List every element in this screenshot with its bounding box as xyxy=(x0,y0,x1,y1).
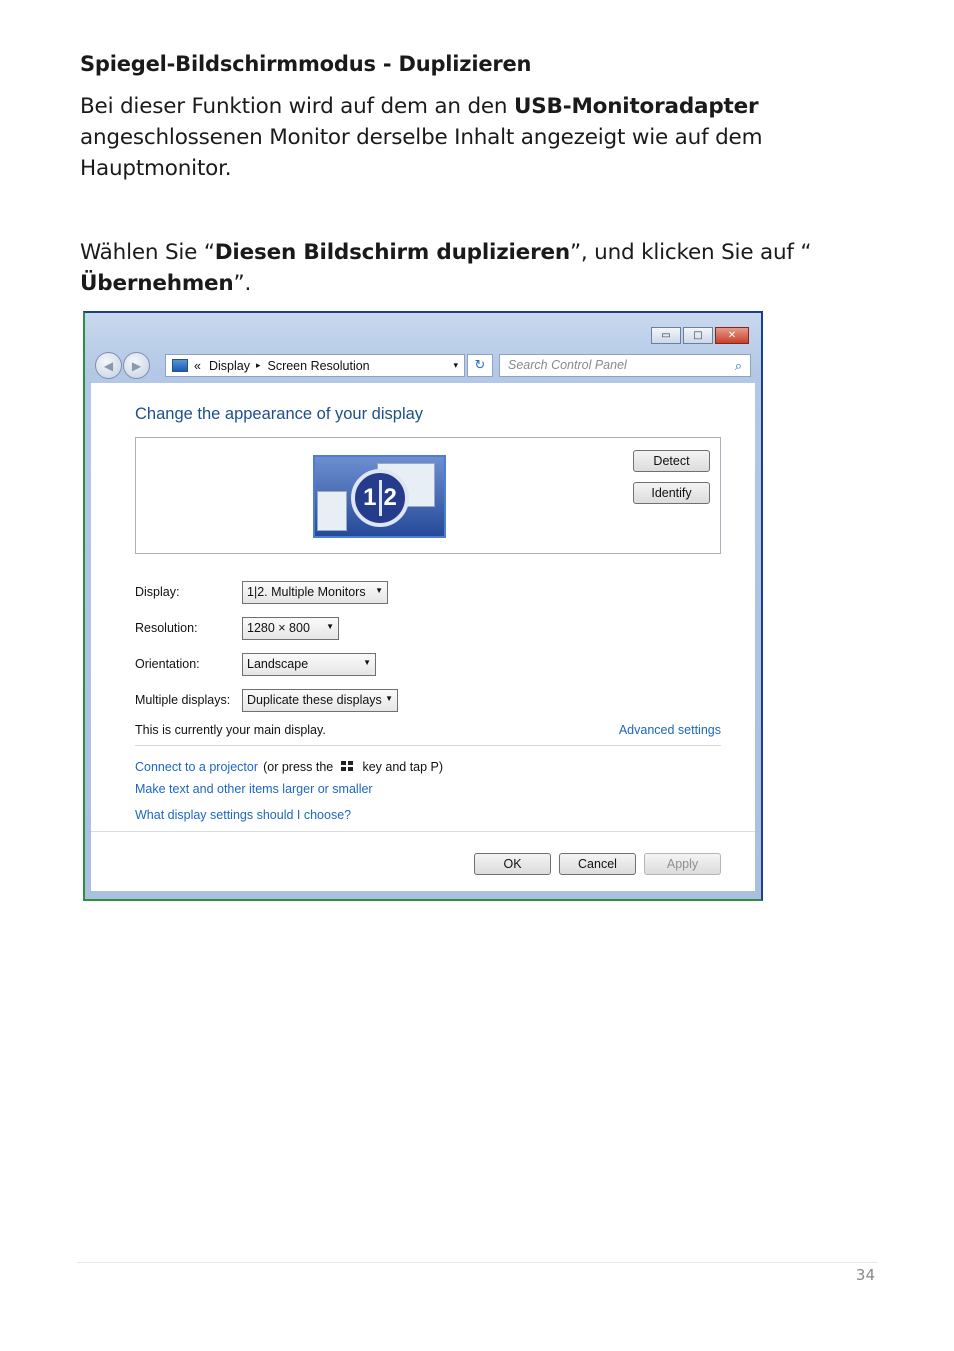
orientation-label: Orientation: xyxy=(135,657,200,671)
multiple-displays-label: Multiple displays: xyxy=(135,693,231,707)
close-button[interactable]: ✕ xyxy=(715,327,749,344)
monitor-number-badge: 12 xyxy=(351,469,409,527)
page-number: 34 xyxy=(855,1266,875,1284)
apply-term: Übernehmen xyxy=(80,271,234,296)
navigation-buttons: ◀ ▶ xyxy=(95,352,150,379)
adapter-name: USB-Monitoradapter xyxy=(513,94,759,119)
main-display-status: This is currently your main display. xyxy=(135,723,326,737)
monitor-thumbnail[interactable]: 12 xyxy=(313,455,446,538)
chevron-down-icon: ▼ xyxy=(385,694,393,703)
address-bar[interactable]: « Display ▸ Screen Resolution ▾ xyxy=(165,354,465,377)
option-name: Diesen Bildschirm duplizieren xyxy=(214,240,570,265)
divider xyxy=(135,745,721,746)
refresh-icon[interactable]: ↻ xyxy=(467,354,493,377)
footer-rule xyxy=(77,1262,877,1263)
maximize-button[interactable]: □ xyxy=(683,327,713,344)
intro-paragraph: Bei dieser Funktion wird auf dem an den … xyxy=(80,94,763,181)
minimize-button[interactable]: ▭ xyxy=(651,327,681,344)
window-chrome: ▭ □ ✕ ◀ ▶ « Display ▸ Screen Resolution … xyxy=(85,313,761,383)
screen-resolution-window: ▭ □ ✕ ◀ ▶ « Display ▸ Screen Resolution … xyxy=(83,311,763,901)
windows-key-icon xyxy=(341,761,354,772)
mini-window-icon xyxy=(317,491,347,531)
forward-arrow-icon[interactable]: ▶ xyxy=(123,352,150,379)
resolution-select[interactable]: 1280 × 800 ▼ xyxy=(242,617,339,640)
chevron-down-icon: ▼ xyxy=(363,658,371,667)
text-size-link[interactable]: Make text and other items larger or smal… xyxy=(135,782,373,796)
search-input[interactable]: Search Control Panel ⌕ xyxy=(499,354,751,377)
control-panel-icon xyxy=(172,359,188,372)
orientation-select[interactable]: Landscape ▼ xyxy=(242,653,376,676)
apply-button[interactable]: Apply xyxy=(644,853,721,875)
display-settings-help-link[interactable]: What display settings should I choose? xyxy=(135,808,351,822)
detect-button[interactable]: Detect xyxy=(633,450,710,472)
window-controls: ▭ □ ✕ xyxy=(651,327,749,344)
identify-button[interactable]: Identify xyxy=(633,482,710,504)
section-heading: Spiegel-Bildschirmmodus - Duplizieren xyxy=(80,52,532,76)
back-arrow-icon[interactable]: ◀ xyxy=(95,352,122,379)
breadcrumb-display[interactable]: Display xyxy=(209,359,250,373)
search-placeholder: Search Control Panel xyxy=(508,358,627,372)
projector-row: Connect to a projector (or press the key… xyxy=(135,760,444,774)
search-icon[interactable]: ⌕ xyxy=(735,358,742,374)
footer-divider xyxy=(91,831,755,832)
chevron-down-icon: ▼ xyxy=(326,622,334,631)
instruction-paragraph: Wählen Sie “Diesen Bildschirm dupliziere… xyxy=(80,240,812,296)
breadcrumb-screen-resolution[interactable]: Screen Resolution xyxy=(267,359,369,373)
cancel-button[interactable]: Cancel xyxy=(559,853,636,875)
breadcrumb-separator-icon: ▸ xyxy=(255,360,261,370)
ok-button[interactable]: OK xyxy=(474,853,551,875)
advanced-settings-link[interactable]: Advanced settings xyxy=(619,723,721,737)
chevron-down-icon: ▼ xyxy=(375,586,383,595)
display-select[interactable]: 1|2. Multiple Monitors ▼ xyxy=(242,581,388,604)
connect-projector-link[interactable]: Connect to a projector xyxy=(135,760,258,774)
address-dropdown-icon[interactable]: ▾ xyxy=(453,360,458,371)
display-label: Display: xyxy=(135,585,180,599)
breadcrumb-chevron: « xyxy=(194,358,201,373)
content-pane: Change the appearance of your display 12… xyxy=(91,383,755,891)
resolution-label: Resolution: xyxy=(135,621,198,635)
multiple-displays-select[interactable]: Duplicate these displays ▼ xyxy=(242,689,398,712)
page-title: Change the appearance of your display xyxy=(135,405,424,423)
display-preview: 12 Detect Identify xyxy=(135,437,721,554)
